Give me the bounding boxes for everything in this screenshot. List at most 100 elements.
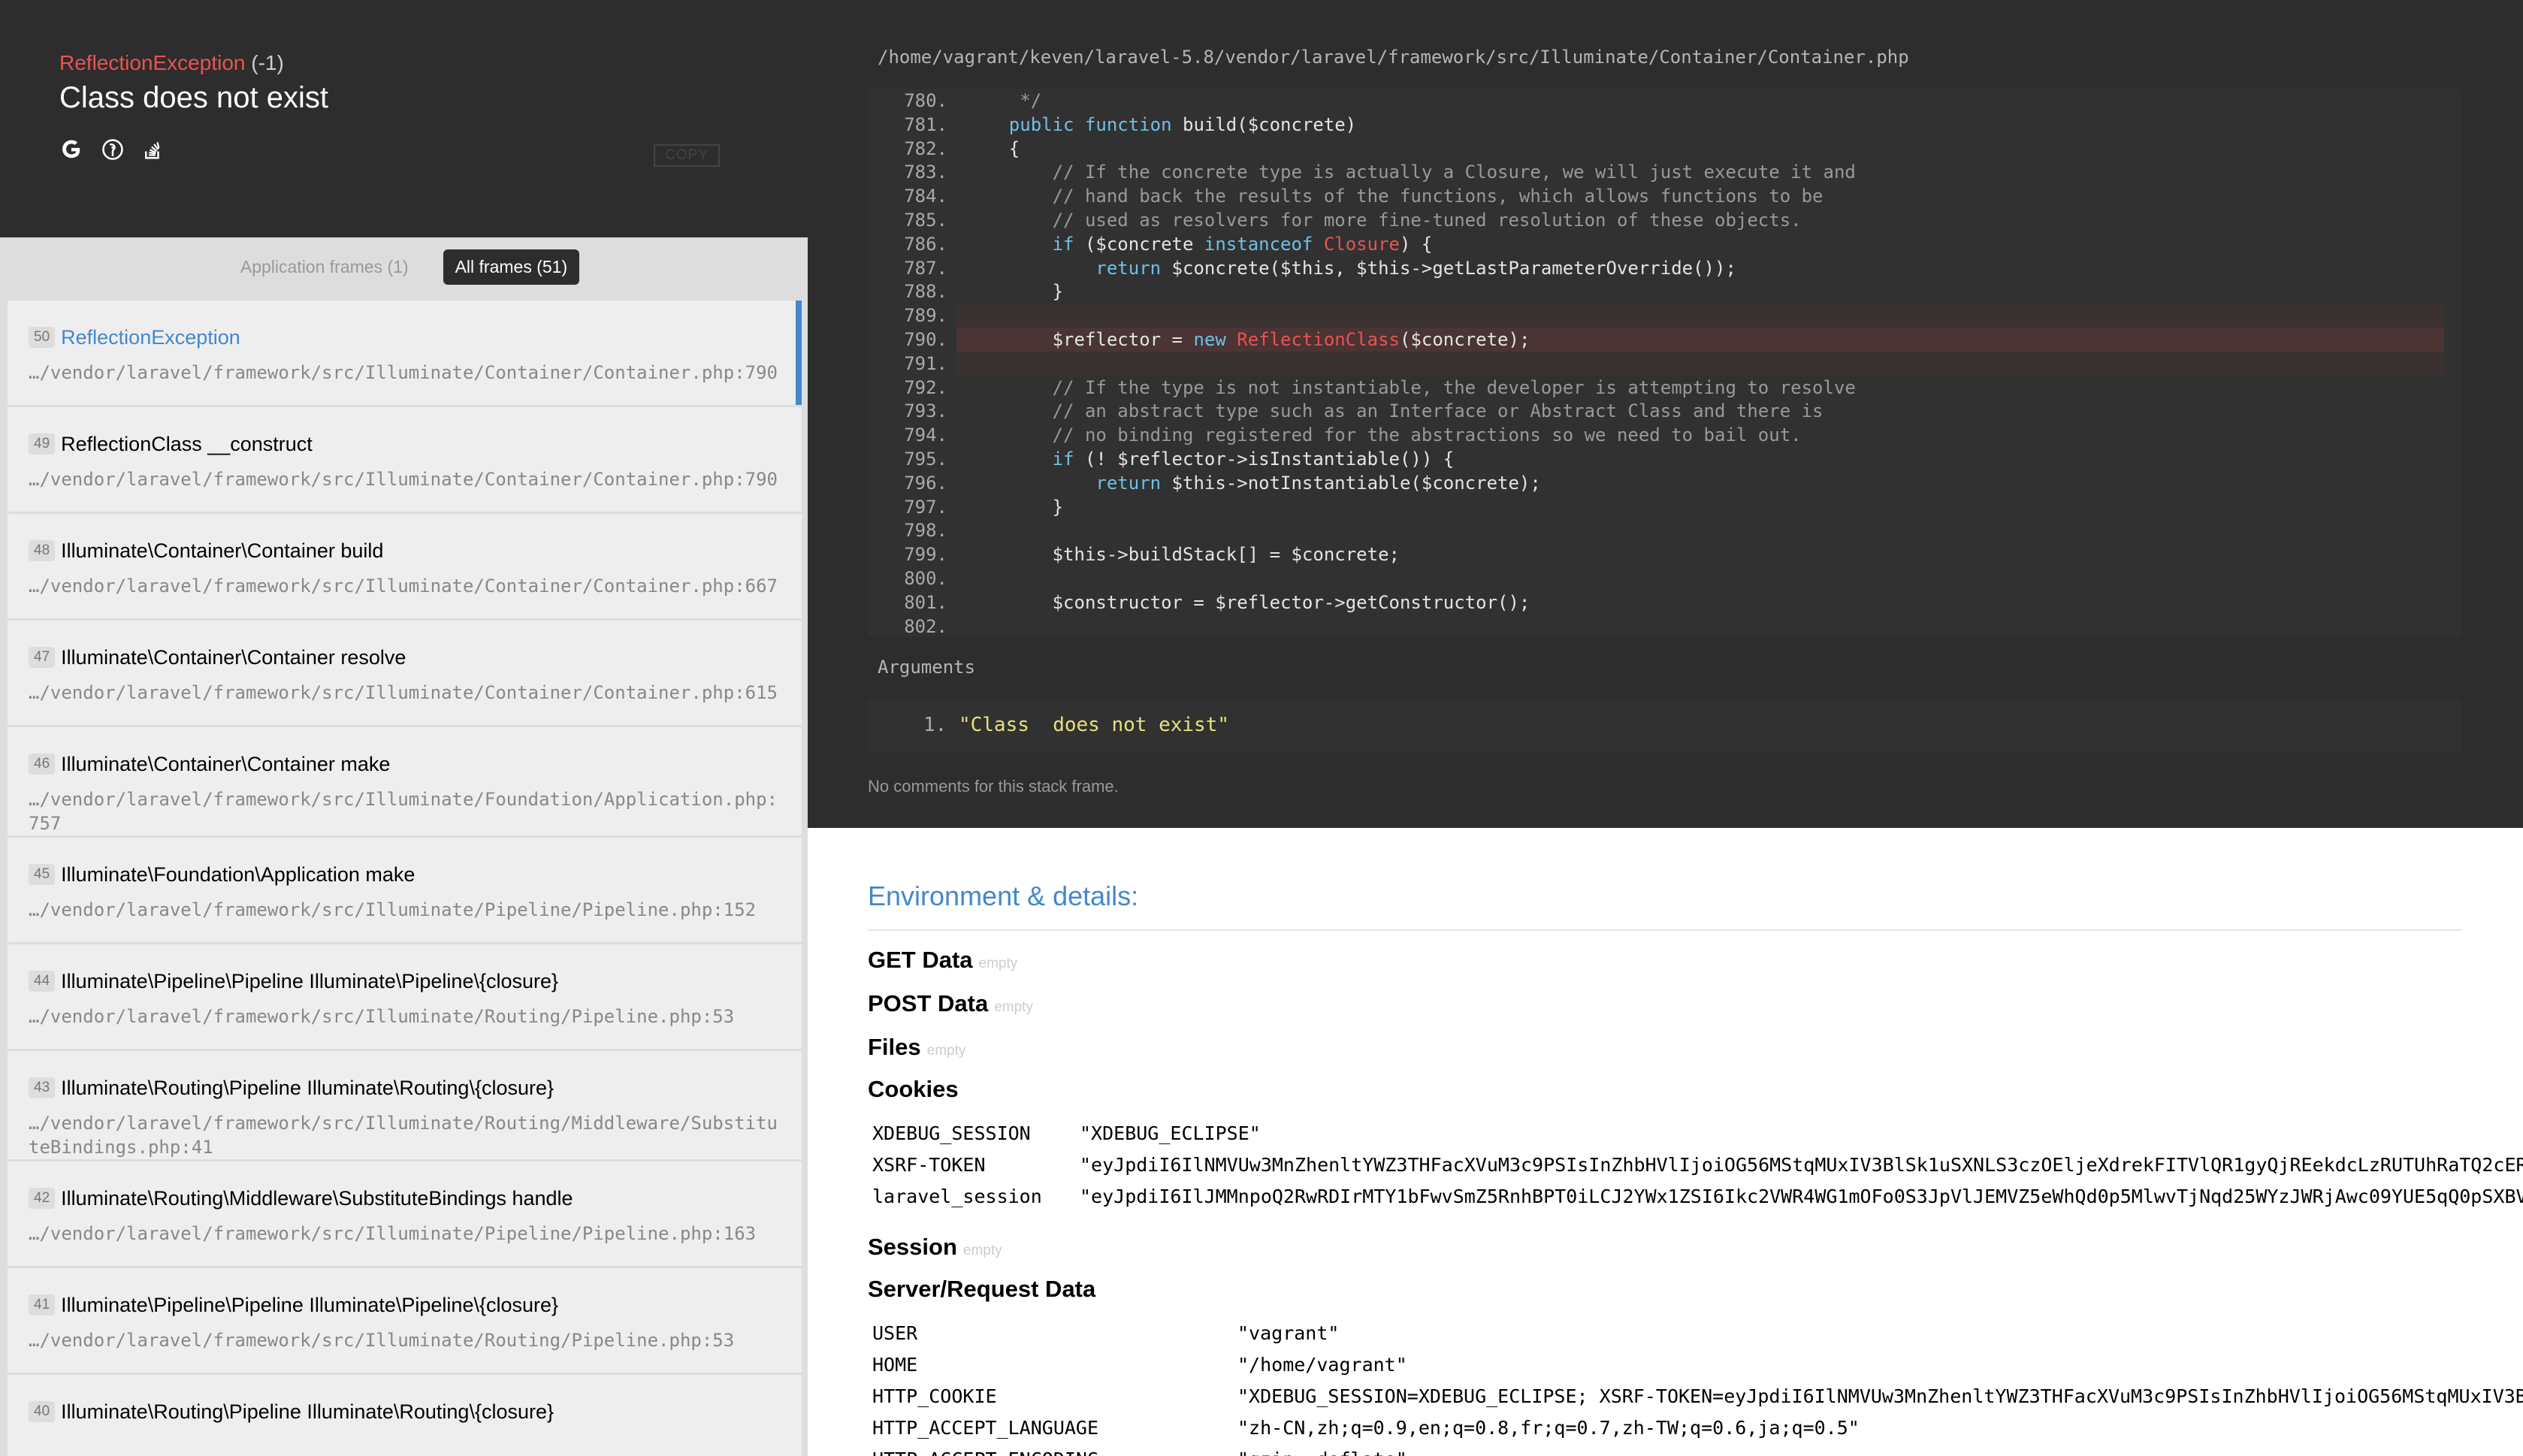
code-line: 790. $reflector = new ReflectionClass($c… — [868, 328, 2462, 352]
cookie-value: "XDEBUG_ECLIPSE" — [1080, 1122, 1261, 1144]
line-number: 785. — [904, 210, 947, 231]
frame-comments: No comments for this stack frame. — [868, 777, 1119, 796]
code-line: 787. return $concrete($this, $this->getL… — [868, 256, 2462, 280]
line-number: 800. — [904, 568, 947, 589]
frame-header: 50 ReflectionException — [29, 325, 802, 350]
line-number: 783. — [904, 162, 947, 183]
empty-badge: empty — [994, 999, 1033, 1015]
cookie-key: XSRF-TOKEN — [872, 1154, 986, 1176]
frame-class: ReflectionException — [61, 325, 240, 349]
stack-frame[interactable]: 48 Illuminate\Container\Container build …/… — [8, 514, 802, 621]
argument-number: 1. — [923, 714, 947, 736]
server-value: "/home/vagrant" — [1237, 1354, 1407, 1376]
code-line: 795. if (! $reflector->isInstantiable())… — [868, 447, 2462, 471]
file-path[interactable]: /home/vagrant/keven/laravel-5.8/vendor/l… — [878, 47, 1909, 68]
stack-frame[interactable]: 41 Illuminate\Pipeline\Pipeline Illuminat… — [8, 1268, 802, 1375]
argument-value: "Class does not exist" — [958, 714, 1229, 736]
copy-button[interactable]: COPY — [654, 144, 720, 167]
code-line: 802. — [868, 615, 2462, 637]
line-number: 797. — [904, 496, 947, 518]
line-code: // hand back the results of the function… — [965, 186, 1824, 207]
frame-class: Illuminate\Pipeline\Pipeline Illuminate\… — [61, 969, 559, 992]
stack-frame[interactable]: 45 Illuminate\Foundation\Application make… — [8, 838, 802, 944]
line-number: 790. — [904, 329, 947, 350]
frame-class: Illuminate\Routing\Pipeline Illuminate\R… — [61, 1400, 554, 1423]
line-number: 798. — [904, 520, 947, 542]
frame-file: …/vendor/laravel/framework/src/Illuminat… — [29, 1113, 778, 1158]
line-code: */ — [965, 90, 1042, 111]
code-line: 801. $constructor = $reflector->getConst… — [868, 591, 2462, 615]
frame-file: …/vendor/laravel/framework/src/Illuminat… — [29, 682, 778, 703]
code-line: 789. — [868, 304, 2462, 328]
arguments-label: Arguments — [878, 657, 976, 678]
line-code: } — [965, 281, 1064, 303]
stack-frame[interactable]: 50 ReflectionException …/vendor/laravel/fr… — [8, 301, 802, 407]
line-number: 781. — [904, 113, 947, 135]
exception-type: ReflectionException (-1) — [59, 51, 284, 75]
cookie-value: "eyJpdiI6IlJMMnpoQ2RwRDIrMTY1bFwvSmZ5Rnh… — [1080, 1186, 2523, 1207]
line-number: 791. — [904, 352, 947, 374]
stack-frame[interactable]: 40 Illuminate\Routing\Pipeline Illuminate… — [8, 1375, 802, 1456]
frame-header: 40 Illuminate\Routing\Pipeline Illuminate… — [29, 1399, 802, 1424]
frame-file: …/vendor/laravel/framework/src/Illuminat… — [29, 1223, 757, 1244]
line-code: // an abstract type such as an Interface… — [965, 400, 1824, 422]
frame-file: …/vendor/laravel/framework/src/Illuminat… — [29, 362, 778, 383]
frame-file: …/vendor/laravel/framework/src/Illuminat… — [29, 1006, 735, 1027]
arguments-box: 1. "Class does not exist" — [868, 700, 2462, 753]
exception-header: ReflectionException (-1) Class does not … — [0, 0, 808, 237]
line-number: 784. — [904, 186, 947, 207]
frame-header: 41 Illuminate\Pipeline\Pipeline Illuminat… — [29, 1292, 802, 1318]
tab-all-frames[interactable]: All frames (51) — [443, 249, 580, 285]
frame-class: Illuminate\Container\Container build — [61, 539, 384, 562]
cookie-value: "eyJpdiI6IlNMVUw3MnZhenltYWZ3THFacXVuM3c… — [1080, 1154, 2523, 1176]
server-section-title: Server/Request Data — [868, 1276, 1096, 1302]
frame-index: 47 — [29, 647, 56, 668]
stack-frame[interactable]: 42 Illuminate\Routing\Middleware\Substitu… — [8, 1161, 802, 1268]
code-line: 793. // an abstract type such as an Inte… — [868, 399, 2462, 423]
frame-class: Illuminate\Foundation\Application make — [61, 862, 415, 886]
code-line: 794. // no binding registered for the ab… — [868, 423, 2462, 447]
divider — [868, 929, 2462, 931]
stack-frame[interactable]: 43 Illuminate\Routing\Pipeline Illuminate… — [8, 1051, 802, 1161]
server-key: HOME — [872, 1354, 918, 1376]
section-title: POST Data — [868, 990, 989, 1016]
stack-frame[interactable]: 46 Illuminate\Container\Container make …/v… — [8, 727, 802, 838]
google-search-button[interactable] — [59, 137, 84, 162]
frame-header: 48 Illuminate\Container\Container build — [29, 538, 802, 563]
frame-header: 44 Illuminate\Pipeline\Pipeline Illuminat… — [29, 968, 802, 994]
code-line: 798. — [868, 518, 2462, 542]
server-key: HTTP_COOKIE — [872, 1385, 997, 1407]
line-number: 801. — [904, 591, 947, 613]
frame-index: 44 — [29, 971, 56, 992]
line-code: if ($concrete instanceof Closure) { — [1052, 233, 1433, 255]
frame-file: …/vendor/laravel/framework/src/Illuminat… — [29, 899, 757, 920]
stackoverflow-search-button[interactable] — [140, 137, 165, 162]
frame-file: …/vendor/laravel/framework/src/Illuminat… — [29, 1330, 735, 1351]
exception-class: ReflectionException — [59, 51, 246, 74]
line-code: $reflector = new ReflectionClass($concre… — [965, 329, 1530, 350]
section-title: Files — [868, 1034, 921, 1060]
line-code: public function build($concrete) — [1008, 113, 1357, 135]
code-line: 797. } — [868, 495, 2462, 519]
line-code: } — [965, 496, 1064, 518]
frame-index: 40 — [29, 1401, 56, 1422]
line-code: { — [965, 137, 1020, 159]
code-line: 800. — [868, 566, 2462, 591]
code-line: 785. // used as resolvers for more fine-… — [868, 208, 2462, 232]
line-code: // If the concrete type is actually a Cl… — [965, 162, 1856, 183]
duckduckgo-search-button[interactable] — [100, 137, 125, 162]
stack-frame[interactable]: 44 Illuminate\Pipeline\Pipeline Illuminat… — [8, 944, 802, 1051]
code-line: 783. // If the concrete type is actually… — [868, 160, 2462, 184]
tab-application-frames[interactable]: Application frames (1) — [228, 249, 421, 285]
highlight-bar — [956, 351, 2444, 376]
stack-frame[interactable]: 49 ReflectionClass __construct …/vendor/la… — [8, 407, 802, 514]
stack-frame[interactable]: 47 Illuminate\Container\Container resolve… — [8, 621, 802, 727]
empty-badge: empty — [962, 1243, 1002, 1258]
environment-details: Environment & details: GET Data empty POS… — [808, 828, 2523, 1456]
code-line: 781. public function build($concrete) — [868, 113, 2462, 137]
frame-index: 43 — [29, 1077, 56, 1098]
get-data-section: GET Data empty — [868, 947, 1017, 974]
line-code: // If the type is not instantiable, the … — [965, 376, 1856, 398]
frame-class: Illuminate\Container\Container make — [61, 752, 391, 775]
server-key: USER — [872, 1322, 918, 1344]
